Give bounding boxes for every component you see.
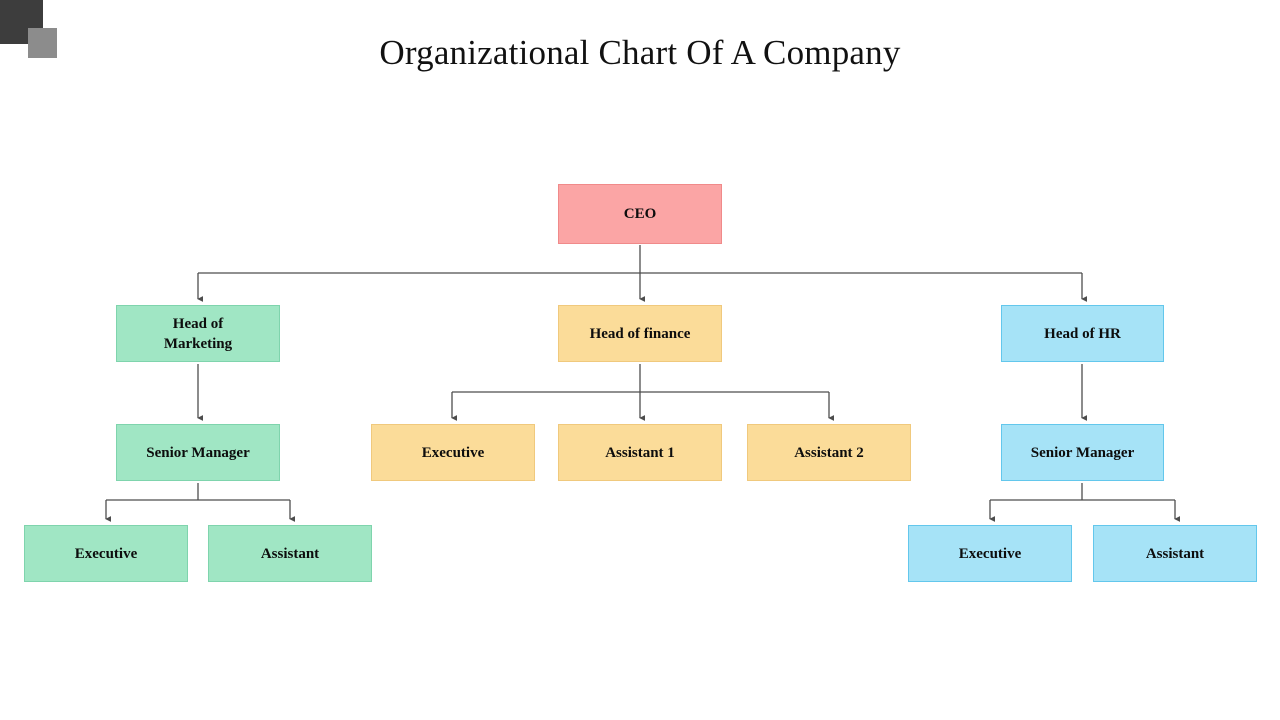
node-head-of-marketing-label-line1: Head of: [172, 315, 224, 332]
node-head-of-marketing-label-line2: Marketing: [163, 335, 233, 352]
node-hr-senior-manager-label: Senior Manager: [1030, 444, 1135, 461]
node-hr-executive[interactable]: Executive: [908, 525, 1072, 582]
node-marketing-senior-manager-label: Senior Manager: [146, 444, 250, 461]
node-hr-executive-label: Executive: [958, 545, 1022, 562]
node-finance-assistant-2[interactable]: Assistant 2: [747, 424, 911, 481]
node-head-of-hr-label: Head of HR: [1044, 325, 1121, 342]
node-finance-assistant-1[interactable]: Assistant 1: [558, 424, 722, 481]
node-marketing-executive[interactable]: Executive: [24, 525, 188, 582]
node-ceo[interactable]: CEO: [558, 184, 722, 244]
node-ceo-label: CEO: [623, 206, 657, 222]
node-marketing-assistant-label: Assistant: [260, 545, 320, 562]
node-head-of-finance[interactable]: Head of finance: [558, 305, 722, 362]
node-hr-assistant[interactable]: Assistant: [1093, 525, 1257, 582]
node-head-of-hr[interactable]: Head of HR: [1001, 305, 1164, 362]
node-finance-executive[interactable]: Executive: [371, 424, 535, 481]
node-marketing-senior-manager[interactable]: Senior Manager: [116, 424, 280, 481]
node-finance-assistant-2-label: Assistant 2: [794, 444, 864, 461]
node-marketing-executive-label: Executive: [74, 545, 138, 562]
node-marketing-assistant[interactable]: Assistant: [208, 525, 372, 582]
node-hr-senior-manager[interactable]: Senior Manager: [1001, 424, 1164, 481]
node-finance-assistant-1-label: Assistant 1: [605, 444, 675, 461]
node-hr-assistant-label: Assistant: [1145, 545, 1205, 562]
page-title: Organizational Chart Of A Company: [379, 33, 901, 72]
node-head-of-marketing[interactable]: Head of Marketing: [116, 305, 280, 362]
node-head-of-finance-label: Head of finance: [589, 325, 691, 342]
node-finance-executive-label: Executive: [421, 444, 485, 461]
